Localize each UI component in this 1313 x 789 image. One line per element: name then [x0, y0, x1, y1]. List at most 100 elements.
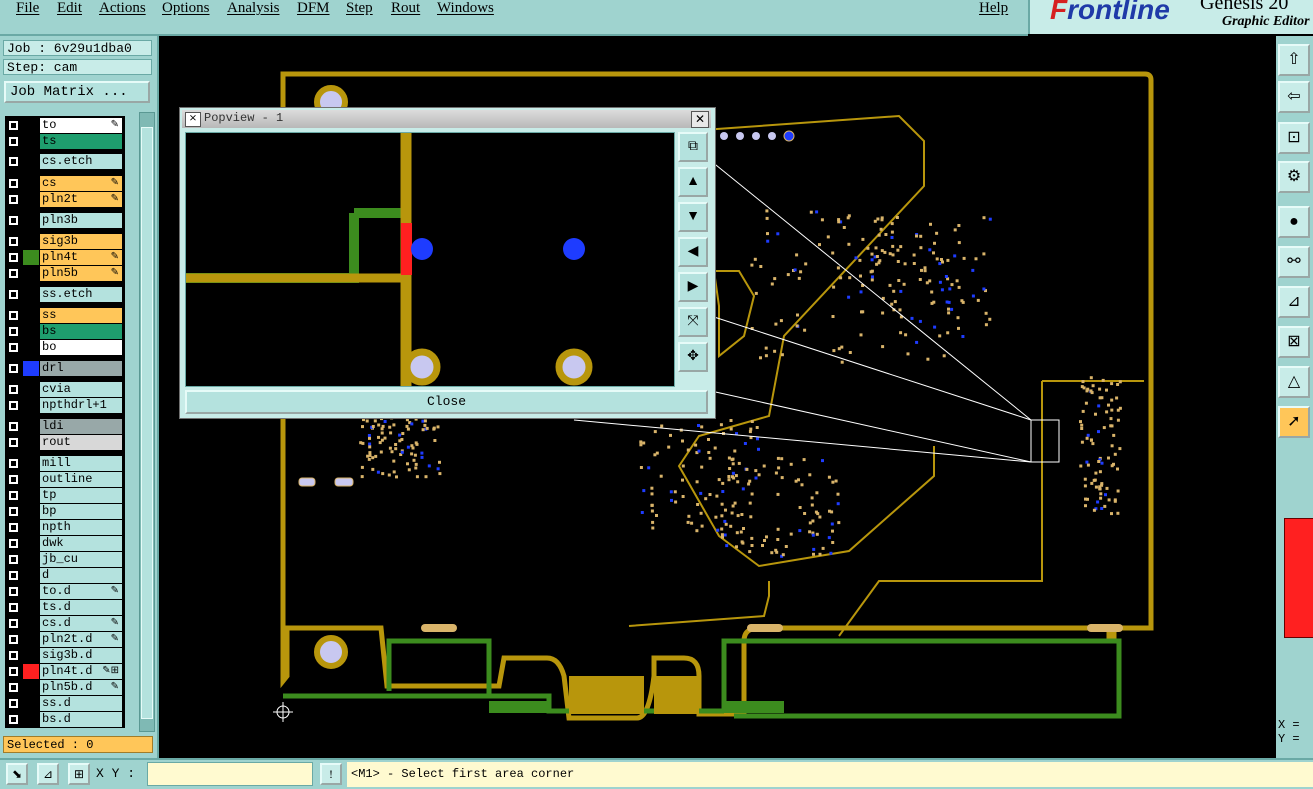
- feature-select-icon[interactable]: ●: [1278, 206, 1310, 238]
- layer-name[interactable]: cs ✎: [40, 176, 122, 191]
- layer-color-swatch[interactable]: [23, 488, 39, 503]
- layer-row-pln4t[interactable]: pln4t ✎: [5, 250, 123, 265]
- layer-color-swatch[interactable]: [23, 419, 39, 434]
- layer-checkbox[interactable]: [8, 714, 19, 725]
- layer-name[interactable]: pln2t.d ✎: [40, 632, 122, 647]
- zoom-in-icon[interactable]: ⤧: [678, 307, 708, 337]
- layer-checkbox[interactable]: [8, 194, 19, 205]
- menu-dfm[interactable]: DFM: [297, 0, 330, 17]
- measure-tool-icon[interactable]: ⊿: [1278, 286, 1310, 318]
- pan-left-icon[interactable]: ◀: [678, 237, 708, 267]
- close-icon[interactable]: ✕: [691, 111, 709, 128]
- layer-name[interactable]: ss: [40, 308, 122, 323]
- layer-row-pln4t-d[interactable]: pln4t.d ✎⊞: [5, 664, 123, 679]
- layer-color-swatch[interactable]: [23, 234, 39, 249]
- layer-row-ss-etch[interactable]: ss.etch: [5, 287, 123, 302]
- menu-help[interactable]: Help: [979, 0, 1008, 17]
- layer-row-ts[interactable]: ts: [5, 134, 123, 149]
- menu-file[interactable]: File: [16, 0, 39, 17]
- layer-color-swatch[interactable]: [23, 680, 39, 695]
- layer-checkbox[interactable]: [8, 698, 19, 709]
- layer-color-swatch[interactable]: [23, 520, 39, 535]
- menu-step[interactable]: Step: [346, 0, 373, 17]
- layer-row-cs-d[interactable]: cs.d ✎: [5, 616, 123, 631]
- net-connect-icon[interactable]: ⚯: [1278, 246, 1310, 278]
- layer-name[interactable]: cs.etch: [40, 154, 122, 169]
- layer-checkbox[interactable]: [8, 363, 19, 374]
- layer-color-swatch[interactable]: [23, 536, 39, 551]
- layer-name[interactable]: pln2t ✎: [40, 192, 122, 207]
- layer-row-npth[interactable]: npth: [5, 520, 123, 535]
- layer-name[interactable]: ss.d: [40, 696, 122, 711]
- layer-name[interactable]: bo: [40, 340, 122, 355]
- layer-row-npthdrl-1[interactable]: npthdrl+1: [5, 398, 123, 413]
- layer-color-swatch[interactable]: [23, 616, 39, 631]
- pan-up-icon[interactable]: ▲: [678, 167, 708, 197]
- layer-color-swatch[interactable]: [23, 600, 39, 615]
- layer-color-swatch[interactable]: [23, 118, 39, 133]
- menu-rout[interactable]: Rout: [391, 0, 420, 17]
- layer-name[interactable]: cs.d ✎: [40, 616, 122, 631]
- layer-row-jb-cu[interactable]: jb_cu: [5, 552, 123, 567]
- layer-row-dwk[interactable]: dwk: [5, 536, 123, 551]
- layer-color-swatch[interactable]: [23, 456, 39, 471]
- popview-titlebar[interactable]: ⨯ Popview - 1 ✕: [182, 110, 711, 128]
- layer-row-tp[interactable]: tp: [5, 488, 123, 503]
- layer-color-swatch[interactable]: [23, 504, 39, 519]
- layer-color-swatch[interactable]: [23, 192, 39, 207]
- layer-row-cs-etch[interactable]: cs.etch: [5, 154, 123, 169]
- layer-checkbox[interactable]: [8, 554, 19, 565]
- layer-row-to[interactable]: to ✎: [5, 118, 123, 133]
- layer-checkbox[interactable]: [8, 120, 19, 131]
- layer-name[interactable]: ss.etch: [40, 287, 122, 302]
- layer-row-rout[interactable]: rout: [5, 435, 123, 450]
- layer-row-pln3b[interactable]: pln3b: [5, 213, 123, 228]
- layer-color-swatch[interactable]: [23, 664, 39, 679]
- menu-analysis[interactable]: Analysis: [227, 0, 280, 17]
- layer-name[interactable]: pln3b: [40, 213, 122, 228]
- layer-row-pln2t-d[interactable]: pln2t.d ✎: [5, 632, 123, 647]
- layer-name[interactable]: npth: [40, 520, 122, 535]
- layer-name[interactable]: drl: [40, 361, 122, 376]
- layer-color-swatch[interactable]: [23, 552, 39, 567]
- pan-down-icon[interactable]: ▼: [678, 202, 708, 232]
- layer-color-swatch[interactable]: [23, 568, 39, 583]
- menu-windows[interactable]: Windows: [437, 0, 494, 17]
- area-select-icon[interactable]: ⬊: [6, 763, 28, 785]
- layer-checkbox[interactable]: [8, 522, 19, 533]
- layer-row-pln2t[interactable]: pln2t ✎: [5, 192, 123, 207]
- layer-row-cvia[interactable]: cvia: [5, 382, 123, 397]
- alert-icon[interactable]: !: [320, 763, 342, 785]
- layer-color-swatch[interactable]: [23, 250, 39, 265]
- layer-row-drl[interactable]: drl: [5, 361, 123, 376]
- layer-checkbox[interactable]: [8, 682, 19, 693]
- layer-name[interactable]: ldi: [40, 419, 122, 434]
- layer-color-swatch[interactable]: [23, 382, 39, 397]
- layer-name[interactable]: npthdrl+1: [40, 398, 122, 413]
- layer-name[interactable]: bp: [40, 504, 122, 519]
- layer-name[interactable]: mill: [40, 456, 122, 471]
- layer-checkbox[interactable]: [8, 400, 19, 411]
- layer-checkbox[interactable]: [8, 178, 19, 189]
- pan-right-icon[interactable]: ▶: [678, 272, 708, 302]
- layer-checkbox[interactable]: [8, 474, 19, 485]
- layer-checkbox[interactable]: [8, 289, 19, 300]
- layer-color-swatch[interactable]: [23, 134, 39, 149]
- layer-checkbox[interactable]: [8, 268, 19, 279]
- zoom-home-tool-icon[interactable]: ⊡: [1278, 122, 1310, 154]
- popview-canvas[interactable]: [185, 132, 675, 387]
- layer-row-pln5b-d[interactable]: pln5b.d ✎: [5, 680, 123, 695]
- layer-name[interactable]: sig3b.d: [40, 648, 122, 663]
- layer-checkbox[interactable]: [8, 602, 19, 613]
- angle-tool-icon[interactable]: △: [1278, 366, 1310, 398]
- layer-row-bo[interactable]: bo: [5, 340, 123, 355]
- layer-checkbox[interactable]: [8, 570, 19, 581]
- layer-color-swatch[interactable]: [23, 287, 39, 302]
- layer-checkbox[interactable]: [8, 437, 19, 448]
- layer-row-sig3b-d[interactable]: sig3b.d: [5, 648, 123, 663]
- layer-checkbox[interactable]: [8, 421, 19, 432]
- zoom-out-icon[interactable]: ✥: [678, 342, 708, 372]
- layer-name[interactable]: ts.d: [40, 600, 122, 615]
- layer-checkbox[interactable]: [8, 666, 19, 677]
- layer-checkbox[interactable]: [8, 586, 19, 597]
